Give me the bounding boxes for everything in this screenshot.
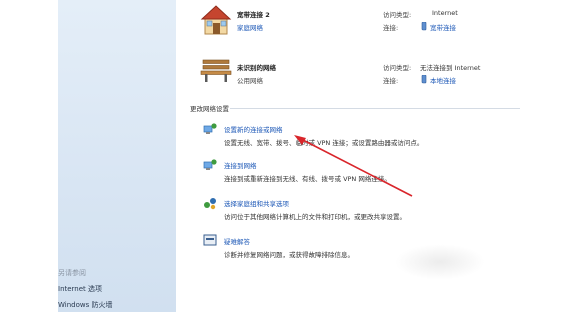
annotation-arrow — [294, 135, 413, 197]
arrow-shaft — [300, 138, 413, 197]
arrow-head — [294, 135, 306, 145]
network-sharing-center: 另请参阅 Internet 选项 Windows 防火墙 宽带连接 2 家庭网络… — [0, 0, 585, 329]
